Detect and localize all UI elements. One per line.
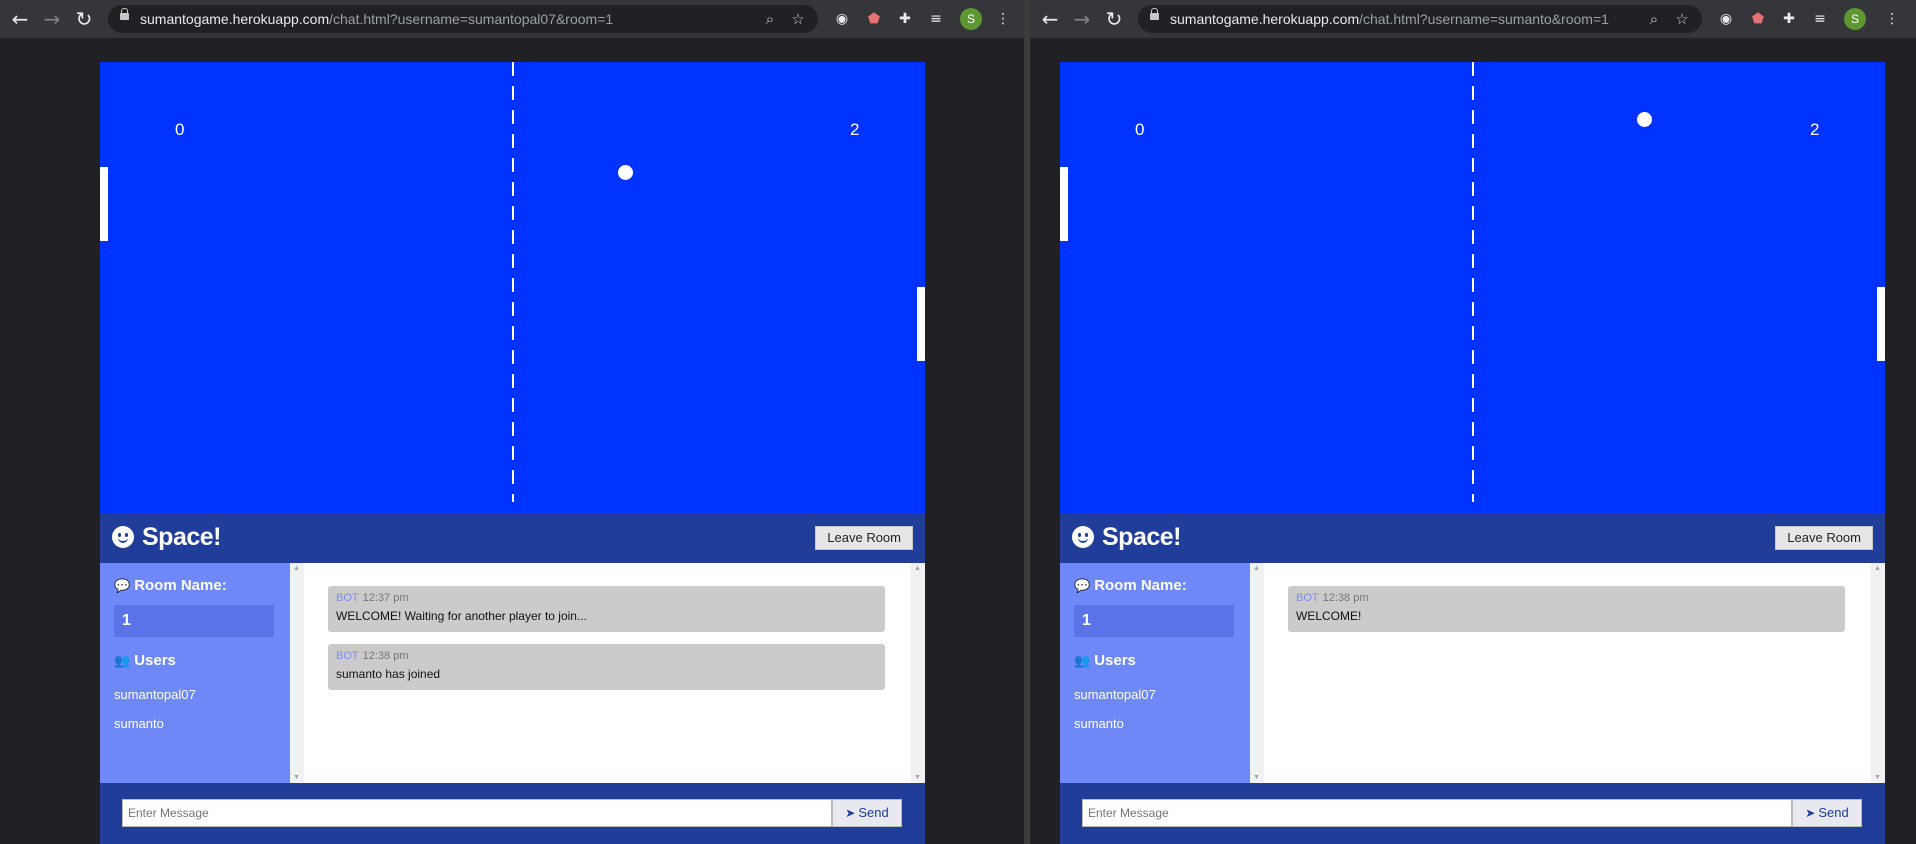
- send-button[interactable]: ➤ Send: [1792, 799, 1862, 827]
- center-net: [1472, 62, 1474, 502]
- message: BOT 12:37 pm WELCOME! Waiting for another…: [328, 586, 885, 632]
- address-bar[interactable]: sumantogame.herokuapp.com/chat.html?user…: [108, 5, 818, 33]
- chat-messages: BOT12:38 pm WELCOME!: [1250, 563, 1885, 783]
- menu-kebab-icon[interactable]: ⋮: [1882, 9, 1902, 29]
- score-left: 0: [175, 120, 185, 139]
- browser-window-left: ← → ↻ sumantogame.herokuapp.com/chat.htm…: [0, 0, 1024, 844]
- address-bar[interactable]: sumantogame.herokuapp.com/chat.html?user…: [1138, 5, 1702, 33]
- score-right: 2: [1810, 120, 1820, 139]
- browser-window-right: ← → ↻ sumantogame.herokuapp.com/chat.htm…: [1030, 0, 1916, 844]
- send-button[interactable]: ➤ Send: [832, 799, 902, 827]
- scrollbar[interactable]: [1250, 563, 1264, 783]
- lock-icon: [120, 8, 129, 20]
- smile-icon: [1072, 526, 1094, 548]
- users-heading: 👥 Users: [114, 652, 176, 669]
- reload-icon[interactable]: ↻: [1102, 7, 1126, 31]
- chat-header: Space! Leave Room: [1060, 513, 1885, 563]
- user-item: sumantopal07: [1074, 687, 1156, 702]
- media-control-icon[interactable]: ≡: [926, 9, 946, 29]
- users-heading: 👥 Users: [1074, 652, 1136, 669]
- chat-page: 0 2 Space! Leave Room 💬 Room Name: 1 👥 Use…: [100, 62, 925, 844]
- message: BOT 12:38 pm sumanto has joined: [328, 644, 885, 690]
- forward-icon[interactable]: →: [40, 7, 64, 31]
- comments-icon: 💬: [114, 579, 131, 594]
- ball: [1637, 112, 1652, 127]
- leave-room-button[interactable]: Leave Room: [815, 526, 913, 550]
- extensions-puzzle-icon[interactable]: ✚: [1779, 9, 1799, 29]
- user-item: sumanto: [1074, 716, 1124, 731]
- back-icon[interactable]: ←: [8, 7, 32, 31]
- browser-toolbar: ← → ↻ sumantogame.herokuapp.com/chat.htm…: [0, 0, 1024, 38]
- chat-page: 0 2 Space! Leave Room 💬 Room Name: 1 👥 Use…: [1060, 62, 1885, 844]
- score-left: 0: [1135, 120, 1145, 139]
- users-icon: 👥: [1074, 654, 1091, 669]
- message-text: WELCOME! Waiting for another player to j…: [336, 609, 587, 623]
- pong-canvas: 0 2: [100, 62, 925, 513]
- user-item: sumantopal07: [114, 687, 196, 702]
- score-right: 2: [850, 120, 860, 139]
- message-input[interactable]: [122, 799, 832, 827]
- users-icon: 👥: [114, 654, 131, 669]
- chat-sidebar: 💬 Room Name: 1 👥 Users sumantopal07 sumant…: [1060, 563, 1250, 783]
- message-text: sumanto has joined: [336, 667, 441, 681]
- extension-shield-icon[interactable]: ⬟: [864, 9, 884, 29]
- forward-icon[interactable]: →: [1070, 7, 1094, 31]
- right-paddle: [917, 287, 925, 361]
- message-input[interactable]: [1082, 799, 1792, 827]
- bookmark-star-icon[interactable]: ☆: [788, 9, 808, 29]
- pong-canvas: 0 2: [1060, 62, 1885, 513]
- message-form: ➤Send: [100, 783, 925, 844]
- user-item: sumanto: [114, 716, 164, 731]
- room-name-heading: 💬 Room Name:: [1074, 577, 1187, 594]
- left-paddle: [100, 167, 108, 241]
- message-form: ➤Send: [1060, 783, 1885, 844]
- url-text: sumantogame.herokuapp.com/chat.html?user…: [1170, 11, 1609, 27]
- bookmark-star-icon[interactable]: ☆: [1672, 9, 1692, 29]
- leave-room-button[interactable]: Leave Room: [1775, 526, 1873, 550]
- scrollbar[interactable]: [911, 563, 925, 783]
- message: BOT 12:38 pm WELCOME!: [1288, 586, 1845, 632]
- media-control-icon[interactable]: ≡: [1810, 9, 1830, 29]
- zoom-icon[interactable]: ⌕: [1644, 9, 1664, 29]
- brand-title: Space!: [112, 523, 221, 552]
- profile-avatar[interactable]: S: [1844, 8, 1866, 30]
- message-author: BOT: [336, 592, 359, 604]
- lock-icon: [1150, 8, 1159, 20]
- reload-icon[interactable]: ↻: [72, 7, 96, 31]
- scrollbar[interactable]: [290, 563, 304, 783]
- message-time: 12:38 pm: [1322, 592, 1369, 604]
- profile-avatar[interactable]: S: [960, 8, 982, 30]
- center-net: [512, 62, 514, 502]
- comments-icon: 💬: [1074, 579, 1091, 594]
- extensions-puzzle-icon[interactable]: ✚: [895, 9, 915, 29]
- scrollbar[interactable]: [1871, 563, 1885, 783]
- right-paddle: [1877, 287, 1885, 361]
- back-icon[interactable]: ←: [1038, 7, 1062, 31]
- extension-shield-icon[interactable]: ⬟: [1748, 9, 1768, 29]
- extension-face-icon[interactable]: ◉: [1716, 9, 1736, 29]
- room-name-value: 1: [114, 605, 274, 637]
- brand-title: Space!: [1072, 523, 1181, 552]
- chat-header: Space! Leave Room: [100, 513, 925, 563]
- url-text: sumantogame.herokuapp.com/chat.html?user…: [140, 11, 614, 27]
- message-time: 12:37 pm: [362, 592, 409, 604]
- paper-plane-icon: ➤: [845, 806, 856, 820]
- menu-kebab-icon[interactable]: ⋮: [993, 9, 1013, 29]
- message-author: BOT: [1296, 592, 1319, 604]
- zoom-icon[interactable]: ⌕: [760, 9, 780, 29]
- room-name-value: 1: [1074, 605, 1234, 637]
- message-time: 12:38 pm: [362, 650, 409, 662]
- ball: [618, 165, 633, 180]
- smile-icon: [112, 526, 134, 548]
- left-paddle: [1060, 167, 1068, 241]
- message-text: WELCOME!: [1296, 609, 1362, 623]
- room-name-heading: 💬 Room Name:: [114, 577, 227, 594]
- chat-messages: BOT12:37 pm WELCOME! Waiting for another…: [290, 563, 925, 783]
- paper-plane-icon: ➤: [1805, 806, 1816, 820]
- browser-toolbar: ← → ↻ sumantogame.herokuapp.com/chat.htm…: [1030, 0, 1916, 38]
- chat-sidebar: 💬 Room Name: 1 👥 Users sumantopal07 sumant…: [100, 563, 290, 783]
- extension-face-icon[interactable]: ◉: [832, 9, 852, 29]
- message-author: BOT: [336, 650, 359, 662]
